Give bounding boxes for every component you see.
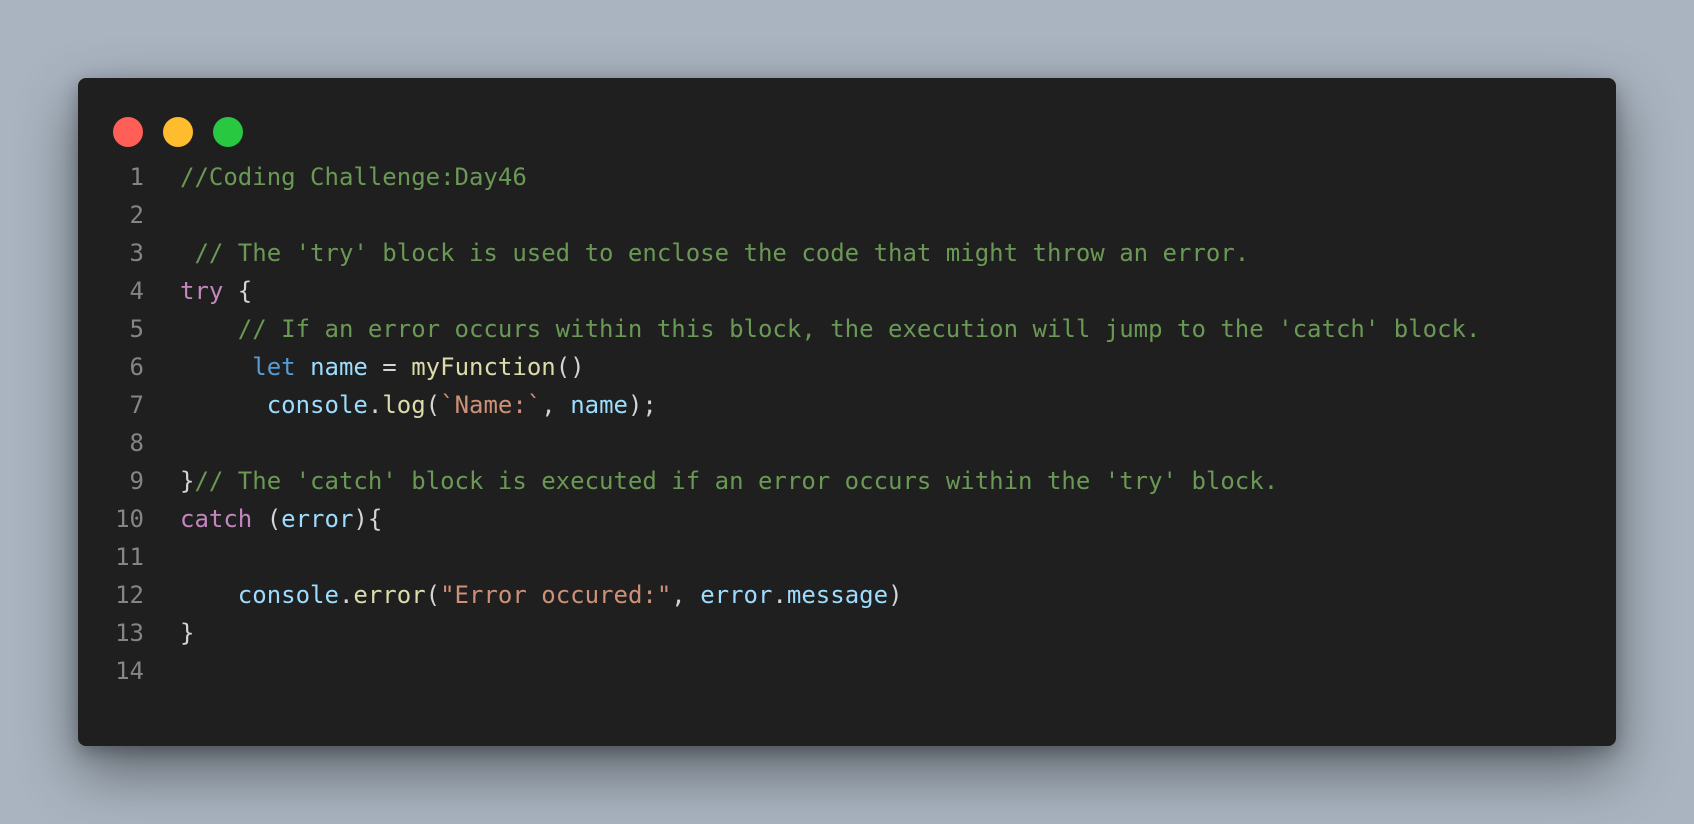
code-block: 1 //Coding Challenge:Day46 2 3 // The 'try'… [78,158,1616,690]
code-token-plain: } [180,619,195,647]
window-controls [113,117,243,147]
line-number: 4 [129,277,144,305]
line-number: 12 [115,581,144,609]
code-token-plain: ( [425,581,441,609]
line-source: console.error("Error occured:", error.me… [180,576,903,614]
code-token-plain: . [367,391,383,419]
code-line: 6 let name = myFunction() [78,348,1616,386]
line-number: 8 [129,429,144,457]
code-token-control: catch [180,505,253,533]
code-token-variable: error [281,505,354,533]
code-token-variable: console [237,581,339,609]
code-token-plain: = [367,353,412,381]
code-line: 10 catch (error){ [78,500,1616,538]
line-source: } [180,614,194,652]
code-token-plain: . [338,581,354,609]
code-line: 11 [78,538,1616,576]
code-token-variable: name [310,353,368,381]
maximize-dot-icon[interactable] [213,117,243,147]
line-source: catch (error){ [180,500,382,538]
code-token-plain: ){ [353,505,383,533]
line-source: try { [180,272,252,310]
code-token-comment: // If an error occurs within this block,… [180,315,1481,343]
line-number: 14 [115,657,144,685]
minimize-dot-icon[interactable] [163,117,193,147]
code-token-function: error [353,581,426,609]
line-number: 13 [115,619,144,647]
code-line: 9}// The 'catch' block is executed if an… [78,462,1616,500]
code-token-plain: . [772,581,787,609]
code-token-variable: message [786,581,889,609]
code-line: 5 // If an error occurs within this bloc… [78,310,1616,348]
code-line: 2 [78,196,1616,234]
code-token-string: "Error occured:" [440,581,672,609]
code-token-plain: ( [425,391,441,419]
code-token-variable: console [266,391,368,419]
line-number: 6 [129,353,144,381]
line-number: 1 [129,163,144,191]
code-token-control: try [180,277,224,305]
line-source: console.log(`Name:`, name); [180,386,657,424]
line-number: 7 [129,391,144,419]
line-number: 3 [129,239,144,267]
code-line: 7 console.log(`Name:`, name); [78,386,1616,424]
code-window: 1 //Coding Challenge:Day46 2 3 // The 'try'… [78,78,1616,746]
line-number: 5 [129,315,144,343]
line-number: 9 [129,467,144,495]
code-token-keyword: let [252,353,296,381]
code-token-plain: ); [627,391,657,419]
line-source: // The 'try' block is used to enclose th… [180,234,1249,272]
code-token-plain: } [180,467,195,495]
code-token-plain: ) [888,581,903,609]
line-source: //Coding Challenge:Day46 [180,158,527,196]
code-token-function: myFunction [411,353,556,381]
code-line: 1 //Coding Challenge:Day46 [78,158,1616,196]
line-source: }// The 'catch' block is executed if an … [180,462,1278,500]
code-line: 4 try { [78,272,1616,310]
close-dot-icon[interactable] [113,117,143,147]
code-line: 3 // The 'try' block is used to enclose … [78,234,1616,272]
code-token-variable: name [570,391,628,419]
code-token-string: `Name:` [440,391,542,419]
code-token-plain: , [671,581,701,609]
line-number: 10 [115,505,144,533]
code-token-comment: // The 'catch' block is executed if an e… [194,467,1279,495]
code-line: 14 [78,652,1616,690]
code-line: 8 [78,424,1616,462]
code-token-function: log [382,391,426,419]
line-number: 11 [115,543,144,571]
code-token-plain: { [223,277,253,305]
line-number: 2 [129,201,144,229]
code-token-comment: // The 'try' block is used to enclose th… [180,239,1250,267]
line-source: let name = myFunction() [180,348,585,386]
code-token-plain: ( [252,505,282,533]
code-line: 13} [78,614,1616,652]
code-token-plain: () [555,353,585,381]
code-line: 12 console.error("Error occured:", error… [78,576,1616,614]
line-source: // If an error occurs within this block,… [180,310,1481,348]
code-token-comment: //Coding Challenge:Day46 [180,163,527,191]
code-token-variable: error [700,581,773,609]
code-token-plain: , [541,391,571,419]
